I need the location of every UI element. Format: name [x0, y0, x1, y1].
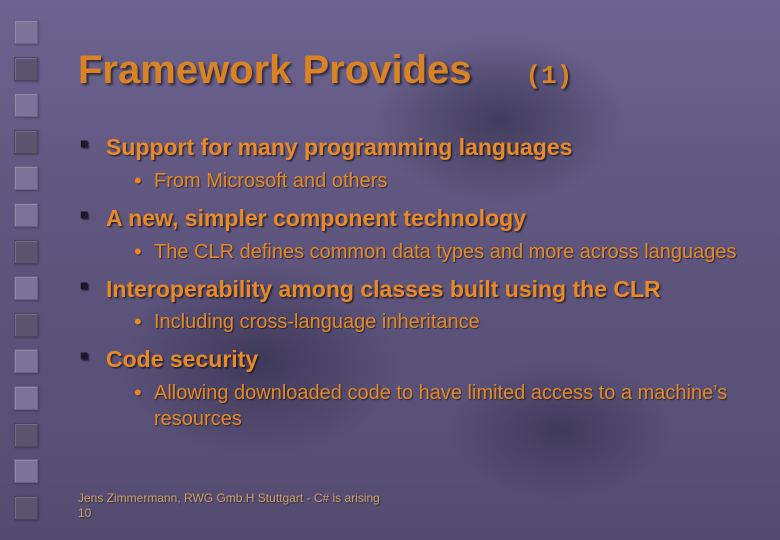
- bullet-item: Interoperability among classes built usi…: [78, 275, 750, 336]
- bullet-text: Interoperability among classes built usi…: [106, 276, 661, 302]
- bullet-text: Support for many programming languages: [106, 134, 572, 160]
- slide: Framework Provides (1) Support for many …: [0, 0, 780, 540]
- bullet-item: Code security Allowing downloaded code t…: [78, 345, 750, 432]
- bullet-text: Code security: [106, 346, 258, 372]
- sub-bullet-list: Including cross-language inheritance: [132, 309, 750, 335]
- footer-text: Jens Zimmermann, RWG Gmb.H Stuttgart - C…: [78, 491, 380, 507]
- sub-bullet-item: From Microsoft and others: [132, 168, 750, 194]
- slide-number: 10: [78, 506, 380, 522]
- slide-title: Framework Provides: [78, 48, 472, 93]
- title-row: Framework Provides (1): [78, 48, 750, 93]
- sub-bullet-item: Allowing downloaded code to have limited…: [132, 380, 750, 432]
- sub-bullet-list: From Microsoft and others: [132, 168, 750, 194]
- bullet-list: Support for many programming languages F…: [78, 133, 750, 432]
- slide-title-number: (1): [526, 61, 573, 91]
- bullet-item: A new, simpler component technology The …: [78, 204, 750, 265]
- slide-footer: Jens Zimmermann, RWG Gmb.H Stuttgart - C…: [78, 491, 380, 522]
- sub-bullet-item: Including cross-language inheritance: [132, 309, 750, 335]
- decorative-square-strip: [14, 20, 38, 520]
- sub-bullet-list: The CLR defines common data types and mo…: [132, 239, 750, 265]
- bullet-text: A new, simpler component technology: [106, 205, 526, 231]
- sub-bullet-item: The CLR defines common data types and mo…: [132, 239, 750, 265]
- sub-bullet-list: Allowing downloaded code to have limited…: [132, 380, 750, 432]
- bullet-item: Support for many programming languages F…: [78, 133, 750, 194]
- slide-content: Framework Provides (1) Support for many …: [78, 48, 750, 442]
